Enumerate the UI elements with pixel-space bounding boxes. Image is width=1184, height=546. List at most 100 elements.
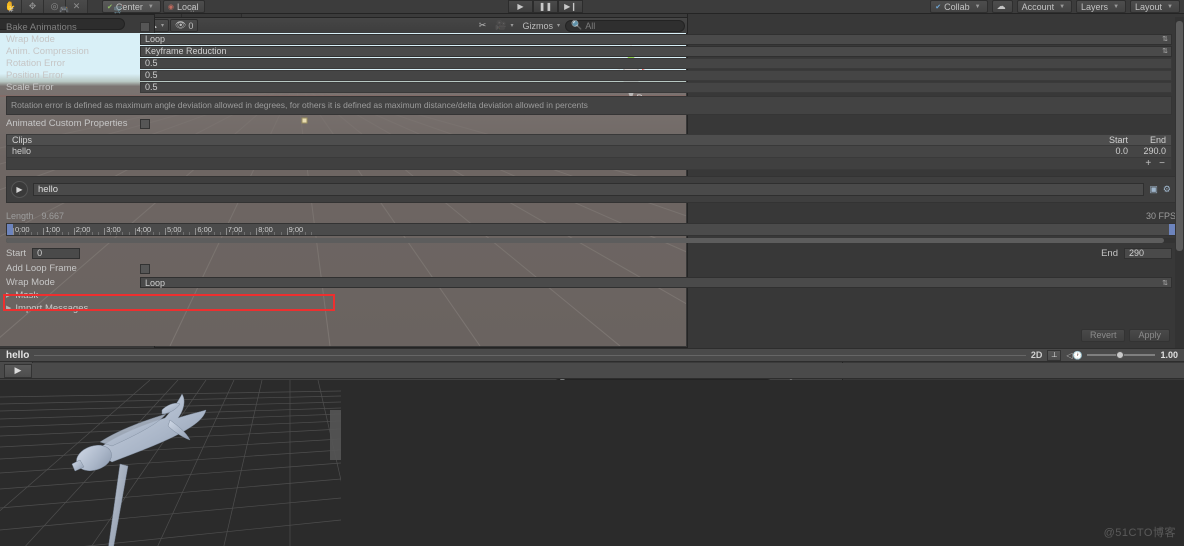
add-loop-frame-checkbox[interactable] xyxy=(140,263,150,274)
space-mode-button[interactable]: ◉ Local xyxy=(162,0,206,13)
timeline-tick-minor xyxy=(207,231,209,235)
timeline-tick-label: 2:00 xyxy=(75,224,91,234)
clip-wrap-mode-dropdown[interactable]: Loop ⇅ xyxy=(140,277,1172,289)
timeline-tick-minor xyxy=(98,231,100,235)
timeline-tick-minor xyxy=(262,231,264,235)
window-icon[interactable]: ▣ xyxy=(1149,184,1158,195)
clip-name-row: ▶ hello ▣ ⚙ xyxy=(11,180,1171,198)
timeline-tick-major xyxy=(13,227,14,235)
inspector-row-anim-compression: Anim. Compression Keyframe Reduction ⇅ xyxy=(0,45,1184,57)
inspector-row-dropdown[interactable]: Loop ⇅ xyxy=(140,33,1172,45)
timeline-tick-label: 9:00 xyxy=(288,224,304,234)
clip-play-icon[interactable]: ▶ xyxy=(11,180,28,198)
revert-apply-row: Revert Apply xyxy=(0,328,1170,342)
clip-name-input[interactable]: hello xyxy=(33,182,1145,196)
inspector-foldouts: ▶ Mask ▶ Import Messages xyxy=(0,289,1184,315)
clip-row-start: 0.0 xyxy=(1115,146,1128,157)
timeline-tick-minor xyxy=(19,231,21,235)
clip-timeline-scrollbar[interactable] xyxy=(6,237,1176,243)
inspector-row-value: 0.5 xyxy=(145,70,158,80)
watermark-text: @51CTO博客 xyxy=(1103,527,1176,539)
clips-table-footer: + − xyxy=(6,157,1172,170)
account-label: Account xyxy=(1021,1,1055,12)
inspector-row-dropdown[interactable]: Keyframe Reduction ⇅ xyxy=(140,45,1172,57)
timeline-tick-minor xyxy=(122,231,124,235)
import-settings-rows: Bake Animations Wrap Mode Loop ⇅ Anim. Compr… xyxy=(0,21,1184,93)
move-tool-button[interactable]: ✥ xyxy=(22,0,44,13)
timeline-tick-label: 0:00 xyxy=(15,224,30,234)
inspector-row-checkbox[interactable] xyxy=(140,22,150,32)
timeline-tick-minor xyxy=(250,231,252,235)
inspector-row-label: Wrap Mode xyxy=(6,33,55,45)
inspector-row-input[interactable]: 0.5 xyxy=(140,69,1172,81)
timeline-tick-minor xyxy=(268,231,270,235)
remove-clip-button[interactable]: − xyxy=(1159,158,1165,169)
clip-timeline-ruler[interactable]: 0:00 1:00 2:00 3:00 4:00 5:00 6:00 7:00 8:00 9:00 xyxy=(6,222,1176,236)
inspector-row-value: 0.5 xyxy=(145,58,158,68)
layout-button[interactable]: Layout ▼ xyxy=(1130,0,1180,13)
timeline-tick-minor xyxy=(183,231,185,235)
preview-play-strip: ▶ xyxy=(0,363,1184,379)
timeline-tick-label: 3:00 xyxy=(106,224,121,234)
revert-button[interactable]: Revert xyxy=(1080,328,1126,342)
timeline-tick-minor xyxy=(274,231,276,235)
scale-tool-button[interactable]: ✕ xyxy=(66,0,88,13)
inspector-row-wrap-mode: Wrap Mode Loop ⇅ xyxy=(0,33,1184,45)
store-icon: 🛒 xyxy=(113,4,124,14)
inspector-row-label: Bake Animations xyxy=(6,21,77,33)
avatar-icon[interactable]: ⟂ xyxy=(1047,349,1062,361)
pivot-mode-button[interactable]: ✔ Center ▼ xyxy=(102,0,161,13)
triangle-right-icon: ▶ xyxy=(6,305,12,313)
speed-icon: ◁🕐 xyxy=(1066,350,1083,360)
clip-fps-label: 30 FPS xyxy=(1145,210,1176,221)
timeline-tick-minor xyxy=(237,231,239,235)
clip-start-input[interactable]: 0 xyxy=(32,247,81,259)
preview-speed-slider[interactable] xyxy=(1087,350,1156,361)
preview-clip-name: hello xyxy=(6,349,30,361)
timeline-tick-minor xyxy=(244,231,246,235)
space-icon: ◉ xyxy=(167,3,174,11)
timeline-tick-minor xyxy=(152,231,154,235)
timeline-tick-minor xyxy=(37,231,39,235)
cloud-button[interactable]: ☁ xyxy=(991,0,1013,13)
clip-start-end-row: Start 0 End 290 xyxy=(6,247,1172,259)
timeline-tick-major xyxy=(134,227,136,235)
pause-button[interactable]: ❚❚ xyxy=(533,0,558,13)
timeline-start-handle[interactable] xyxy=(7,223,13,235)
inspector-row-bake-animations: Bake Animations xyxy=(0,21,1184,33)
step-button[interactable]: ▶❙ xyxy=(558,0,583,13)
preview-play-button[interactable]: ▶ xyxy=(4,363,32,378)
inspector-row-input[interactable]: 0.5 xyxy=(140,57,1172,69)
timeline-tick-minor xyxy=(231,231,233,235)
timeline-tick-minor xyxy=(219,231,221,235)
layers-button[interactable]: Layers ▼ xyxy=(1076,0,1127,13)
model-preview-viewport[interactable]: @51CTO博客 xyxy=(0,380,1184,546)
foldout-import-messages[interactable]: ▶ Import Messages xyxy=(0,302,1184,315)
error-help-text: Rotation error is defined as maximum ang… xyxy=(6,96,1172,115)
add-loop-frame-label: Add Loop Frame xyxy=(6,263,77,275)
foldout-mask[interactable]: ▶ Mask xyxy=(0,289,1184,302)
collab-button[interactable]: ✔ Collab ▼ xyxy=(930,0,988,13)
inspector-row-input[interactable]: 0.5 xyxy=(140,81,1172,93)
play-button[interactable]: ▶ xyxy=(508,0,533,13)
timeline-tick-minor xyxy=(55,231,57,235)
table-row[interactable]: hello 0.0 290.0 xyxy=(6,145,1172,158)
clip-end-label: End xyxy=(1101,247,1118,259)
add-clip-button[interactable]: + xyxy=(1145,158,1151,169)
timeline-tick-minor xyxy=(171,231,173,235)
preview-2d-toggle[interactable]: 2D xyxy=(1031,350,1043,360)
clip-end-input[interactable]: 290 xyxy=(1124,247,1172,259)
timeline-tick-minor xyxy=(128,231,130,235)
chevron-down-icon: ▼ xyxy=(1113,3,1120,10)
add-loop-frame-row: Add Loop Frame xyxy=(0,263,1184,275)
animated-custom-properties-checkbox[interactable] xyxy=(140,118,150,129)
clip-length-value: 9.667 xyxy=(41,210,65,221)
layout-label: Layout xyxy=(1135,1,1163,12)
apply-button[interactable]: Apply xyxy=(1129,328,1170,342)
clip-row-end: 290.0 xyxy=(1143,146,1166,157)
account-button[interactable]: Account ▼ xyxy=(1016,0,1073,13)
inspector-scrollbar[interactable] xyxy=(1175,17,1184,348)
gear-icon[interactable]: ⚙ xyxy=(1163,184,1171,195)
animator-icon: ⁞⁞ xyxy=(189,4,195,14)
timeline-tick-minor xyxy=(213,231,215,235)
